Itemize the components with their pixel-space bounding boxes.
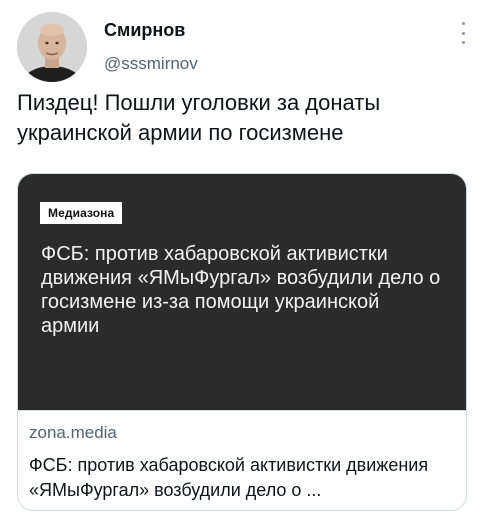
card-media[interactable]: Медиазона ФСБ: против хабаровской активи… [18, 174, 466, 410]
more-icon-dot [461, 41, 465, 44]
media-logo: Медиазона [40, 202, 123, 224]
more-icon-dot [461, 31, 465, 35]
media-headline: ФСБ: против хабаровской активистки движе… [41, 243, 441, 337]
card-domain: zona.media [29, 423, 117, 442]
tweet-text: Пиздец! Пошли уголовки за донаты украинс… [17, 90, 381, 145]
more-icon-dot [461, 22, 465, 25]
tweet: Смирнов @sssmirnov Пиздец! Пошли уголовк… [0, 0, 482, 512]
avatar[interactable] [17, 12, 87, 82]
user-name[interactable]: Смирнов [104, 20, 185, 41]
card-title: ФСБ: против хабаровской активистки движе… [29, 455, 429, 500]
user-handle[interactable]: @sssmirnov [104, 54, 198, 74]
link-card[interactable]: Медиазона ФСБ: против хабаровской активи… [17, 173, 467, 511]
more-icon[interactable] [458, 22, 468, 44]
avatar-image [17, 12, 87, 82]
card-footer[interactable]: zona.media ФСБ: против хабаровской актив… [18, 410, 466, 510]
